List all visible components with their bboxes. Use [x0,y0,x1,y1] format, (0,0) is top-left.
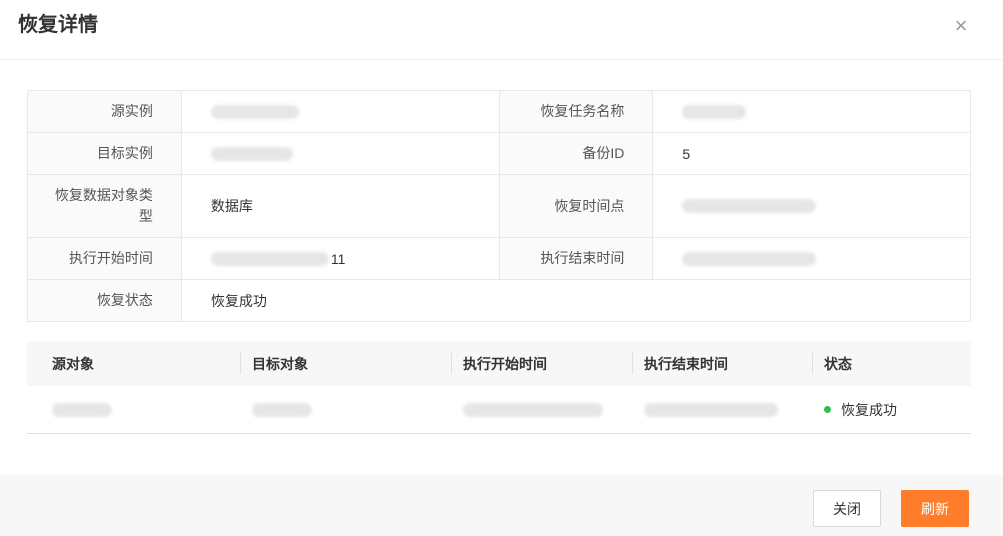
restore-status-value: 恢复成功 [210,292,267,309]
dialog-header: 恢复详情 × [0,0,1003,60]
start-time-value: 11 [182,238,500,279]
redacted-value [210,251,329,266]
status-success-dot-icon [824,406,831,413]
dialog-footer: 关闭 刷新 [0,475,1003,536]
column-header-status: 状态 [812,341,971,386]
info-row: 目标实例 备份ID 5 [28,133,970,175]
table-row: 恢复成功 [27,386,971,434]
info-row: 恢复数据对象类型 数据库 恢复时间点 [28,175,970,238]
restore-task-name-value [653,91,970,132]
table-header: 源对象 目标对象 执行开始时间 执行结束时间 状态 [27,341,971,386]
target-instance-value [182,133,500,174]
info-row: 执行开始时间 11 执行结束时间 [28,238,970,280]
backup-id-value: 5 [682,145,691,162]
restore-object-type-value: 数据库 [182,175,500,237]
backup-id-label: 备份ID [499,133,654,174]
start-time-label: 执行开始时间 [28,238,182,279]
restore-task-name-label: 恢复任务名称 [499,91,654,132]
info-row: 源实例 恢复任务名称 [28,91,970,133]
column-header-source-object: 源对象 [52,355,94,372]
source-instance-label: 源实例 [28,91,182,132]
dialog-title: 恢复详情 [18,14,98,36]
restore-time-point-value [653,175,970,237]
source-instance-value [182,91,500,132]
cell-source-object [27,386,240,434]
restore-objects-table: 源对象 目标对象 执行开始时间 执行结束时间 状态 恢复成功 [27,341,971,434]
restore-time-point-label: 恢复时间点 [499,175,654,237]
close-icon[interactable]: × [950,14,972,38]
status-text: 恢复成功 [841,401,897,418]
redacted-value [682,251,817,266]
column-header-end-time: 执行结束时间 [632,341,812,386]
cell-end-time [632,386,812,434]
cell-target-object [240,386,451,434]
end-time-value [653,238,970,279]
restore-object-type-label: 恢复数据对象类型 [28,175,182,237]
cell-start-time [451,386,632,434]
refresh-button[interactable]: 刷新 [901,490,969,527]
close-button[interactable]: 关闭 [813,490,881,527]
end-time-label: 执行结束时间 [499,238,654,279]
redacted-value [682,104,747,119]
redacted-value [210,146,293,161]
column-header-target-object: 目标对象 [240,341,451,386]
redacted-value [210,104,299,119]
redacted-value [463,402,603,417]
redacted-value [644,402,778,417]
restore-status-label: 恢复状态 [28,280,182,321]
cell-status: 恢复成功 [812,386,971,434]
redacted-value [682,199,817,213]
info-row: 恢复状态 恢复成功 [28,280,970,322]
restore-detail-dialog: 恢复详情 × 源实例 恢复任务名称 目标实例 备份ID 5 恢复数据对象类型 数… [0,0,1003,536]
restore-info-grid: 源实例 恢复任务名称 目标实例 备份ID 5 恢复数据对象类型 数据库 恢复时间… [27,90,971,322]
start-time-visible-part: 11 [330,250,346,267]
target-instance-label: 目标实例 [28,133,182,174]
redacted-value [52,402,112,417]
column-header-start-time: 执行开始时间 [451,341,632,386]
redacted-value [252,402,312,417]
